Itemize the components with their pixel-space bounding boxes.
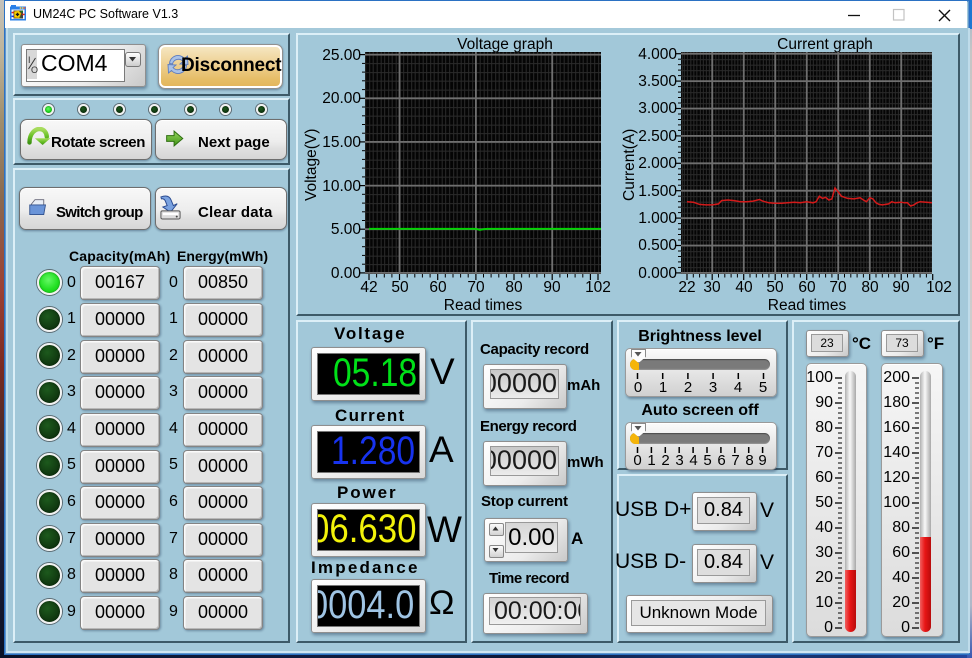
svg-text:I: I bbox=[28, 55, 31, 65]
svg-text:O: O bbox=[31, 65, 38, 75]
